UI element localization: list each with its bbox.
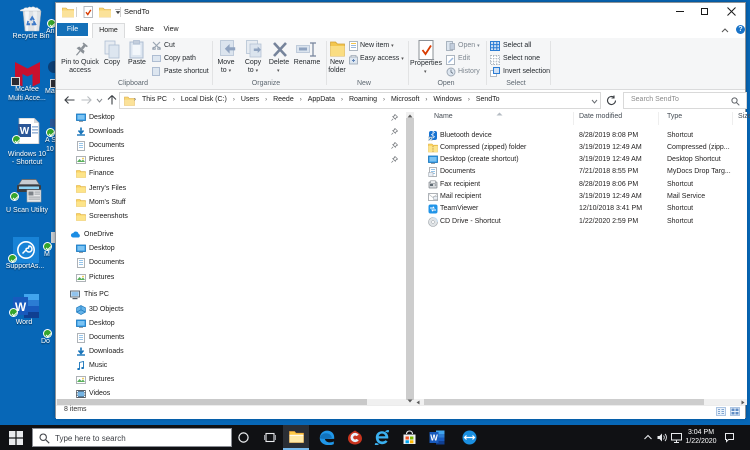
svg-text:W: W <box>430 434 438 443</box>
svg-text:W: W <box>20 126 30 137</box>
